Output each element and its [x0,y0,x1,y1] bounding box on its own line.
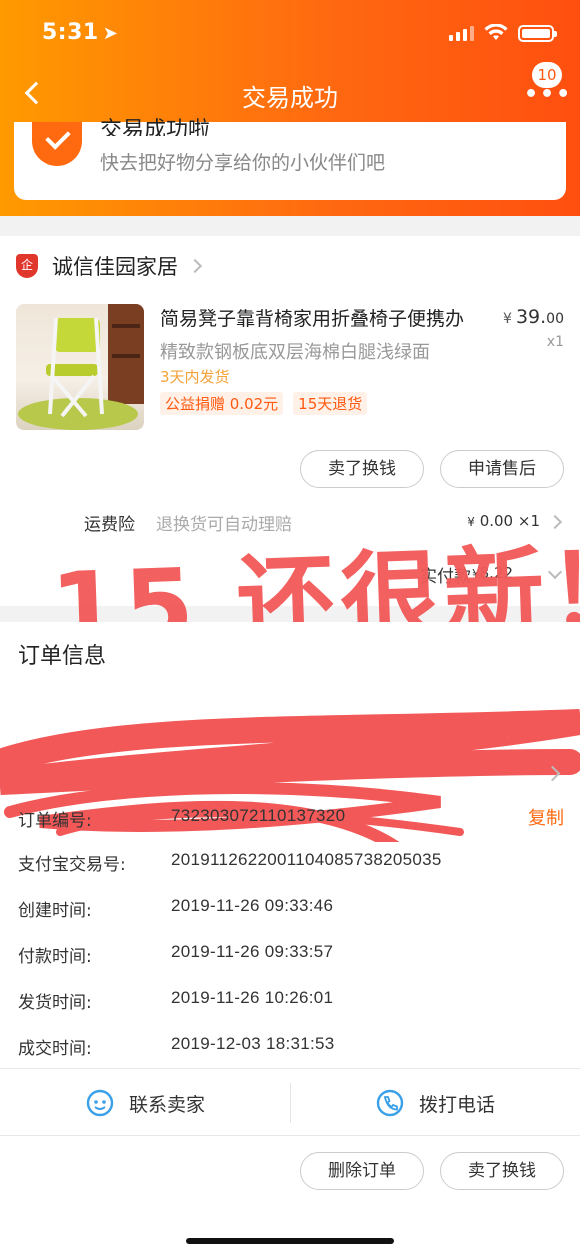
price-currency: ¥ [503,311,512,327]
chat-icon [86,1089,114,1117]
status-icons [449,24,557,42]
location-icon: ➤ [102,23,119,44]
success-title: 交易成功啦 [100,118,211,136]
shop-name: 诚信佳园家居 [52,255,178,279]
copy-button[interactable]: 复制 [528,804,564,830]
home-indicator[interactable] [186,1238,394,1244]
product-price: ¥39.00 [503,306,564,328]
after-sale-button[interactable]: 申请售后 [440,450,564,488]
product-tags: 公益捐赠 0.02元 15天退货 [160,392,368,415]
info-label: 订单编号: [18,811,92,831]
more-dots-icon: ••• [524,82,573,107]
price-cents: 00 [546,311,564,327]
bottom-action-bar: 删除订单 卖了换钱 [0,1136,580,1255]
created-time-row: 创建时间: 2019-11-26 09:33:46 [18,896,564,924]
deal-time-row: 成交时间: 2019-12-03 18:31:53 [18,1034,564,1062]
order-number-row: 订单编号: 732303072110137320 复制 [18,806,564,834]
product-title[interactable]: 简易凳子靠背椅家用折叠椅子便携办 [160,304,482,331]
contact-seller-button[interactable]: 联系卖家 [0,1069,290,1137]
info-value: 732303072110137320 [171,806,346,825]
sell-swap-button[interactable]: 卖了换钱 [300,450,424,488]
info-value: 2019112622001104085738205035 [171,850,442,869]
status-bar: 5:31 ➤ [0,0,580,70]
info-label: 发货时间: [18,993,92,1013]
info-label: 成交时间: [18,1039,92,1059]
shop-logo-icon: 企 [16,254,38,278]
message-count-badge: 10 [532,62,562,88]
paid-time-row: 付款时间: 2019-11-26 09:33:57 [18,942,564,970]
sell-swap-bottom-button[interactable]: 卖了换钱 [440,1152,564,1190]
status-time: 5:31 ➤ [42,20,118,45]
call-phone-label: 拨打电话 [418,1093,495,1116]
return-tag: 15天退货 [293,392,368,415]
success-card: 交易成功啦 快去把好物分享给你的小伙伴们吧 [14,118,566,200]
product-sku: 精致款钢板底双层海棉白腿浅绿面 [160,342,430,363]
product-image[interactable] [16,304,144,430]
check-icon [32,122,82,166]
chevron-right-icon [187,258,203,274]
success-subtitle: 快去把好物分享给你的小伙伴们吧 [100,152,386,174]
alipay-trade-row: 支付宝交易号: 2019112622001104085738205035 [18,850,564,878]
phone-icon [376,1089,404,1117]
order-info-heading: 订单信息 [18,644,107,669]
call-phone-button[interactable]: 拨打电话 [290,1069,580,1137]
charity-tag: 公益捐赠 0.02元 [160,392,284,415]
price-main: 39. [515,306,547,328]
nav-bar: 交易成功 ••• 10 [0,62,580,116]
clock-text: 5:31 [42,20,99,45]
more-menu-button[interactable]: ••• 10 [518,62,570,108]
contact-bar: 联系卖家 拨打电话 [0,1068,580,1136]
contact-seller-label: 联系卖家 [128,1093,205,1116]
order-info-card: 订单信息 订单编号: 732303072110137320 复制 支付宝交易号:… [0,622,580,1068]
info-label: 付款时间: [18,947,92,967]
info-value: 2019-11-26 09:33:46 [171,896,334,915]
info-label: 支付宝交易号: [18,855,126,875]
info-label: 创建时间: [18,901,92,921]
cellular-signal-icon [449,25,474,41]
shipped-time-row: 发货时间: 2019-11-26 10:26:01 [18,988,564,1016]
battery-icon [518,24,557,42]
shipping-note: 3天内发货 [160,368,230,386]
info-value: 2019-12-03 18:31:53 [171,1034,335,1053]
info-value: 2019-11-26 10:26:01 [171,988,334,1007]
delete-order-button[interactable]: 删除订单 [300,1152,424,1190]
wifi-icon [484,24,508,40]
info-value: 2019-11-26 09:33:57 [171,942,334,961]
page-title: 交易成功 [242,84,338,112]
product-quantity: x1 [546,334,564,350]
shop-header[interactable]: 企 诚信佳园家居 [16,250,203,282]
chair-image-icon [18,304,144,430]
header-background: 5:31 ➤ 交易成功 ••• 10 交易成功啦 快去把好物分享给你的小伙伴们吧 [0,0,580,216]
